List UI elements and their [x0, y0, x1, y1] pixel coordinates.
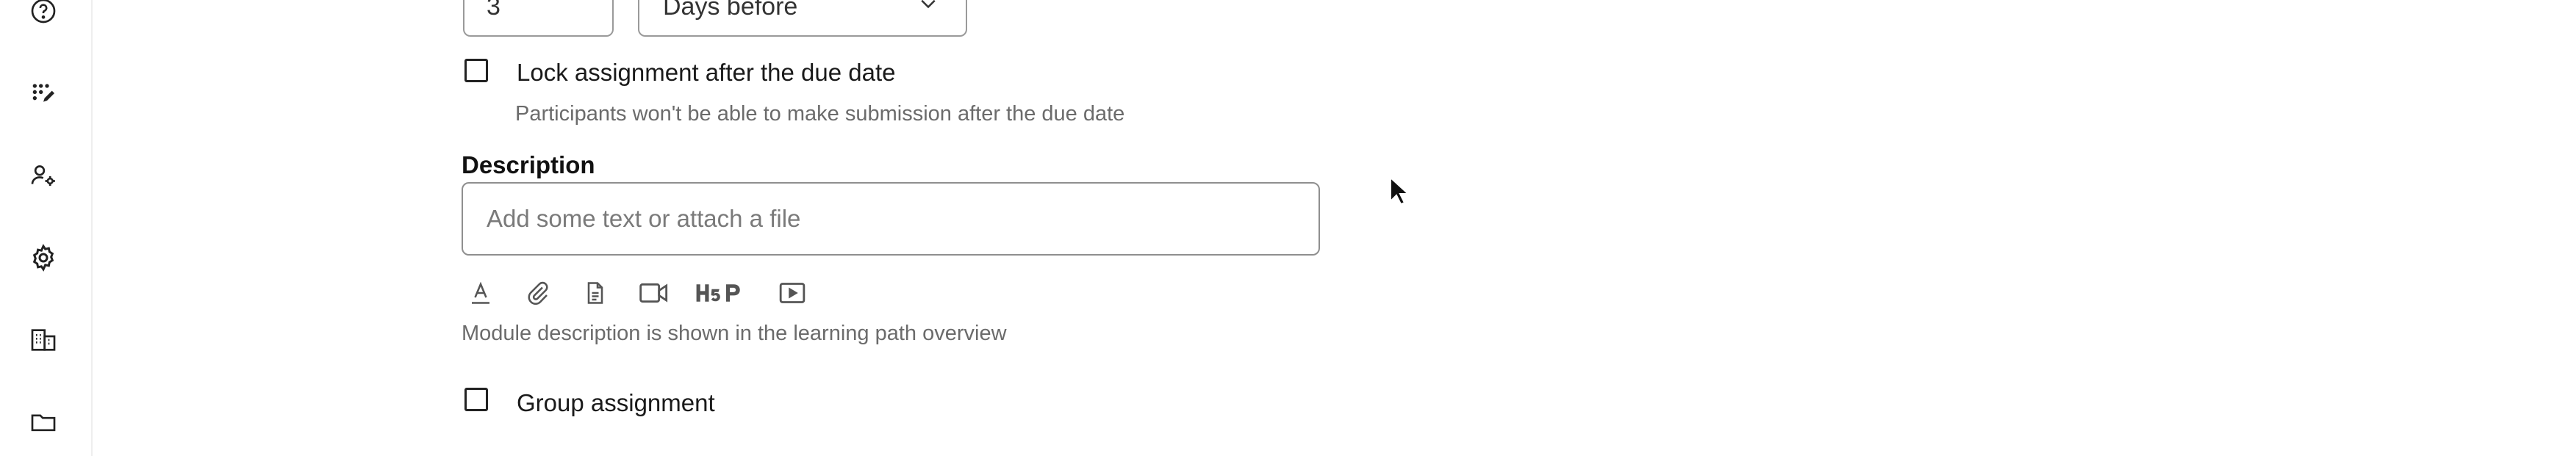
- document-icon[interactable]: [581, 277, 610, 309]
- lock-assignment-label: Lock assignment after the due date: [517, 59, 896, 86]
- edit-modules-icon[interactable]: [26, 76, 60, 110]
- attachment-icon[interactable]: [523, 277, 553, 309]
- reminder-unit-select[interactable]: Days before: [638, 0, 967, 37]
- description-input[interactable]: [462, 182, 1320, 256]
- youtube-icon[interactable]: [776, 277, 808, 309]
- building-icon[interactable]: [26, 323, 60, 357]
- help-icon[interactable]: [26, 0, 60, 28]
- h5p-icon[interactable]: [694, 277, 753, 309]
- group-assignment-label: Group assignment: [517, 389, 715, 416]
- folder-icon[interactable]: [26, 405, 60, 439]
- sidebar: [0, 0, 93, 456]
- page: 3 Days before Lock assignment after the …: [0, 0, 2576, 456]
- user-settings-icon[interactable]: [26, 159, 60, 192]
- text-format-icon[interactable]: [466, 277, 495, 309]
- group-assignment-checkbox[interactable]: [464, 388, 488, 411]
- lock-assignment-help: Participants won't be able to make submi…: [515, 102, 1125, 126]
- video-icon[interactable]: [636, 277, 672, 309]
- reminder-amount-input[interactable]: 3: [463, 0, 614, 37]
- lock-assignment-checkbox[interactable]: [464, 59, 488, 82]
- chevron-down-icon: [921, 0, 936, 9]
- mouse-cursor-icon: [1390, 176, 1408, 206]
- description-help: Module description is shown in the learn…: [462, 322, 1007, 345]
- reminder-unit-value: Days before: [663, 0, 798, 21]
- description-title: Description: [462, 151, 595, 178]
- gear-icon[interactable]: [26, 241, 60, 275]
